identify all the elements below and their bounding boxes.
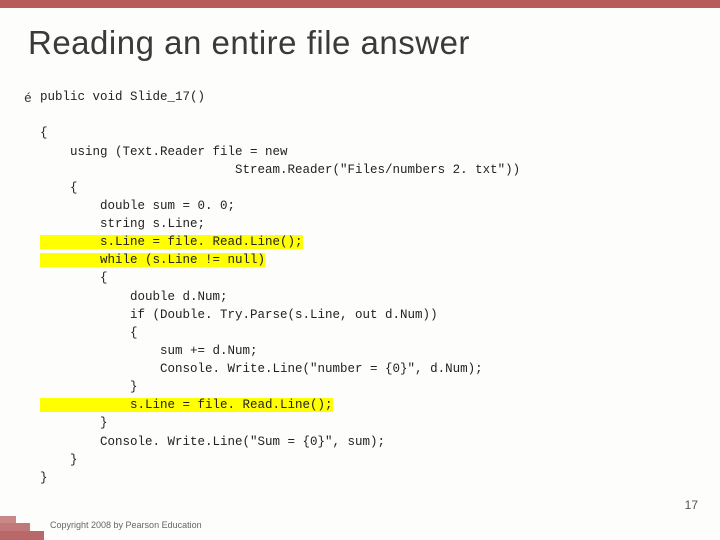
code-line: using (Text.Reader file = new [40, 145, 288, 159]
corner-decoration [0, 508, 48, 540]
code-line: sum += d.Num; [40, 344, 258, 358]
deco-step [0, 516, 16, 523]
code-line: } [40, 453, 78, 467]
code-line: } [40, 471, 48, 485]
code-line: { [40, 181, 78, 195]
code-line: if (Double. Try.Parse(s.Line, out d.Num)… [40, 308, 438, 322]
code-line: { [40, 126, 48, 140]
deco-step [0, 531, 44, 540]
code-first-line: épublic void Slide_17() [40, 88, 690, 106]
bullet-icon: é [24, 90, 32, 109]
code-line: public void Slide_17() [40, 90, 205, 104]
code-line: double d.Num; [40, 290, 228, 304]
code-line: Console. Write.Line("number = {0}", d.Nu… [40, 362, 483, 376]
code-line-highlight: s.Line = file. Read.Line(); [40, 235, 303, 249]
code-line: } [40, 380, 138, 394]
copyright-footer: Copyright 2008 by Pearson Education [50, 520, 202, 530]
code-line: double sum = 0. 0; [40, 199, 235, 213]
code-line: } [40, 416, 108, 430]
slide-title: Reading an entire file answer [0, 8, 720, 70]
code-line-highlight: s.Line = file. Read.Line(); [40, 398, 333, 412]
page-number: 17 [685, 498, 698, 512]
code-block: épublic void Slide_17() { using (Text.Re… [0, 70, 720, 487]
code-line: string s.Line; [40, 217, 205, 231]
deco-step [0, 523, 30, 531]
code-line: Stream.Reader("Files/numbers 2. txt")) [40, 163, 520, 177]
top-accent-bar [0, 0, 720, 8]
code-line: { [40, 326, 138, 340]
code-line: { [40, 271, 108, 285]
code-line: Console. Write.Line("Sum = {0}", sum); [40, 435, 385, 449]
code-line-highlight: while (s.Line != null) [40, 253, 265, 267]
